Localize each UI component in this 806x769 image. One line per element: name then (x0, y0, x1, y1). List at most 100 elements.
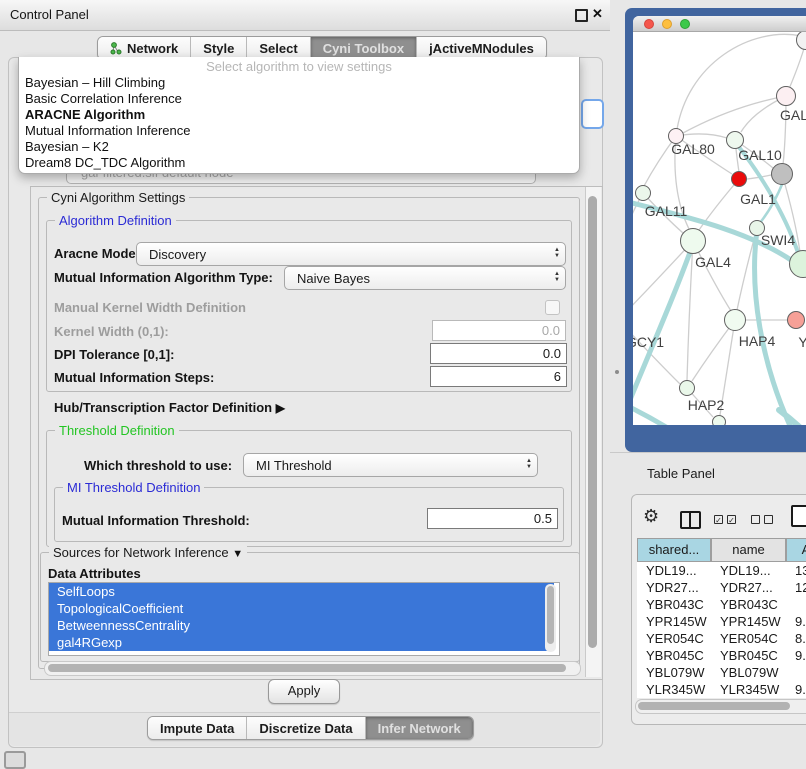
tab-label: Cyni Toolbox (323, 41, 404, 56)
tab-label: Discretize Data (259, 721, 352, 736)
tab-label: Impute Data (160, 721, 234, 736)
table-row[interactable]: YDR27...YDR27...12 (637, 579, 806, 596)
mi-threshold-label: Mutual Information Threshold: (62, 513, 250, 528)
close-traffic-light[interactable] (644, 19, 654, 29)
network-node-hap4[interactable] (724, 309, 746, 331)
horizontal-splitter[interactable] (610, 452, 806, 453)
tab-cyni-toolbox[interactable]: Cyni Toolbox (310, 37, 416, 59)
dpi-tolerance-field[interactable]: 0.0 (430, 343, 567, 364)
table-cell: YBR045C (637, 647, 711, 664)
network-canvas[interactable]: GALGAL80GAL10GAL1GAL11SWI4GAL4GCY1HAP4YH… (633, 32, 806, 425)
table-cell: YBR043C (711, 596, 786, 613)
table-cell: YER054C (711, 630, 786, 647)
chevron-down-icon: ▼ (232, 548, 243, 560)
table-row[interactable]: YBR045CYBR045C9. (637, 647, 806, 664)
algorithm-option[interactable]: Basic Correlation Inference (19, 91, 579, 107)
network-window-titlebar[interactable] (633, 16, 806, 32)
table-cell: 9. (786, 613, 806, 630)
table-row[interactable]: YDL19...YDL19...13 (637, 562, 806, 579)
table-cell: 12 (786, 579, 806, 596)
splitter-handle[interactable] (615, 370, 619, 374)
kernel-width-label: Kernel Width (0,1): (54, 324, 169, 339)
split-columns-icon[interactable] (680, 511, 701, 529)
mi-steps-field[interactable]: 6 (430, 366, 567, 387)
node-label: HAP2 (688, 397, 725, 413)
table-cell: YLR345W (711, 681, 786, 698)
network-node-gal1[interactable] (731, 171, 747, 187)
column-header[interactable]: name (711, 538, 786, 562)
network-node[interactable] (712, 415, 726, 425)
tab-select[interactable]: Select (246, 37, 309, 59)
tab-label: Infer Network (378, 721, 461, 736)
table-cell: YDL19... (711, 562, 786, 579)
close-icon[interactable]: ✕ (592, 6, 603, 22)
tab-jactivemnodules[interactable]: jActiveMNodules (416, 37, 546, 59)
table-cell: YBL079W (637, 664, 711, 681)
mi-threshold-field[interactable]: 0.5 (427, 508, 558, 529)
select-unchecked-icon[interactable] (751, 515, 773, 524)
network-node-hap2[interactable] (679, 380, 695, 396)
column-header[interactable]: A (786, 538, 806, 562)
tab-style[interactable]: Style (190, 37, 246, 59)
mi-algorithm-type-combo[interactable]: Naive Bayes ▲▼ (284, 266, 566, 290)
network-icon (110, 42, 122, 55)
hub-definition-toggle[interactable]: Hub/Transcription Factor Definition ▶ (54, 400, 285, 415)
tab-infer-network[interactable]: Infer Network (365, 717, 473, 739)
which-threshold-combo[interactable]: MI Threshold ▲▼ (243, 453, 538, 477)
threshold-definition-title: Threshold Definition (55, 423, 179, 438)
aracne-mode-combo[interactable]: Discovery ▲▼ (136, 242, 566, 266)
control-panel-titlebar (0, 0, 610, 31)
network-node[interactable] (771, 163, 793, 185)
hub-definition-label: Hub/Transcription Factor Definition (54, 400, 272, 415)
algorithm-option[interactable]: Mutual Information Inference (19, 123, 579, 139)
gear-icon[interactable]: ⚙ (643, 506, 659, 527)
attribute-item[interactable]: SelfLoops (49, 583, 554, 600)
node-label: GAL10 (738, 147, 782, 163)
algorithm-option[interactable]: Bayesian – K2 (19, 139, 579, 155)
network-node-gal4[interactable] (680, 228, 706, 254)
column-header[interactable]: shared... (637, 538, 711, 562)
network-node-gal11[interactable] (635, 185, 651, 201)
select-checked-icon[interactable]: ✓✓ (714, 515, 736, 524)
table-row[interactable]: YLR345WYLR345W9. (637, 681, 806, 698)
apply-button[interactable]: Apply (268, 679, 340, 704)
tab-label: Network (127, 41, 178, 56)
table-row[interactable]: YPR145WYPR145W9. (637, 613, 806, 630)
table-horizontal-scrollbar-thumb[interactable] (638, 702, 790, 710)
minimize-traffic-light[interactable] (662, 19, 672, 29)
table-row[interactable]: YER054CYER054C8. (637, 630, 806, 647)
data-attributes-list[interactable]: SelfLoopsTopologicalCoefficientBetweenne… (48, 582, 560, 656)
attribute-item[interactable]: BetweennessCentrality (49, 617, 554, 634)
combo-arrows-icon: ▲▼ (526, 458, 532, 470)
page-icon[interactable] (791, 505, 806, 527)
network-node-y[interactable] (787, 311, 805, 329)
table-row[interactable]: YBL079WYBL079W (637, 664, 806, 681)
table-row[interactable]: YBR043CYBR043C (637, 596, 806, 613)
zoom-traffic-light[interactable] (680, 19, 690, 29)
settings-vertical-scrollbar-thumb[interactable] (588, 196, 597, 648)
table-cell: YDL19... (637, 562, 711, 579)
minimized-panel-icon[interactable] (4, 751, 26, 769)
tab-discretize-data[interactable]: Discretize Data (246, 717, 364, 739)
algorithm-option[interactable]: Bayesian – Hill Climbing (19, 75, 579, 91)
algorithm-option[interactable]: ARACNE Algorithm (19, 107, 579, 123)
attribute-item[interactable]: TopologicalCoefficient (49, 600, 554, 617)
float-window-icon[interactable] (575, 9, 588, 22)
attributes-scrollbar-thumb[interactable] (547, 586, 554, 644)
tab-impute-data[interactable]: Impute Data (148, 717, 246, 739)
focused-combo-fragment[interactable] (581, 99, 604, 129)
table-cell: YBR043C (637, 596, 711, 613)
network-node-gal[interactable] (776, 86, 796, 106)
mi-algorithm-type-label: Mutual Information Algorithm Type: (54, 270, 273, 285)
sources-group-toggle[interactable]: Sources for Network Inference ▼ (49, 545, 247, 560)
tab-label: Select (259, 41, 297, 56)
tab-network[interactable]: Network (98, 37, 190, 59)
settings-horizontal-scrollbar-thumb[interactable] (48, 664, 566, 672)
table-panel-title: Table Panel (647, 466, 715, 481)
attribute-item[interactable]: gal4RGexp (49, 634, 554, 651)
table-cell: 9. (786, 647, 806, 664)
dpi-tolerance-label: DPI Tolerance [0,1]: (54, 347, 174, 362)
mi-steps-label: Mutual Information Steps: (54, 370, 214, 385)
table-cell: YDR27... (711, 579, 786, 596)
algorithm-option[interactable]: Dream8 DC_TDC Algorithm (19, 155, 579, 171)
